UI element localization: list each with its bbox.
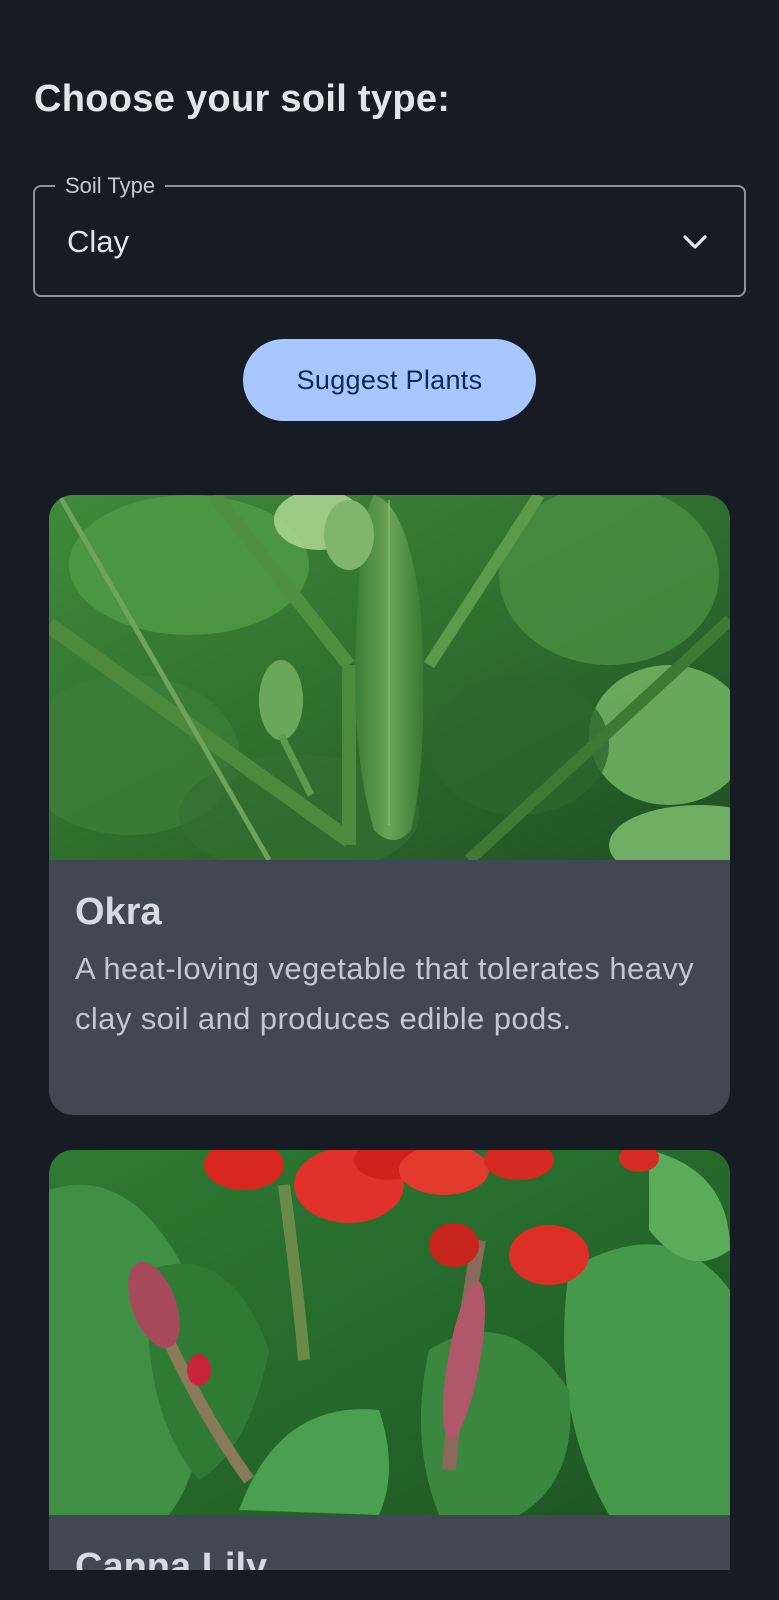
page-title: Choose your soil type: xyxy=(34,78,451,120)
okra-plant-image xyxy=(49,495,730,860)
soil-type-selected-value: Clay xyxy=(67,224,130,259)
plant-suggestion-screen: Choose your soil type: Soil Type Clay Su… xyxy=(0,0,779,1600)
chevron-down-icon xyxy=(683,235,707,249)
bottom-edge xyxy=(0,1570,779,1600)
plant-card-body: Okra A heat-loving vegetable that tolera… xyxy=(49,860,730,1044)
plant-name: Canna Lily xyxy=(75,1546,268,1570)
plant-card-okra[interactable]: Okra A heat-loving vegetable that tolera… xyxy=(49,495,730,1115)
plant-name: Okra xyxy=(75,891,162,933)
soil-type-dropdown[interactable]: Soil Type Clay xyxy=(33,173,746,297)
soil-type-label: Soil Type xyxy=(55,173,166,199)
plant-description: A heat-loving vegetable that tolerates h… xyxy=(75,951,695,1036)
suggest-plants-button[interactable]: Suggest Plants xyxy=(243,339,536,421)
canna-lily-plant-image xyxy=(49,1150,730,1515)
plant-card-canna-lily[interactable]: Canna Lily xyxy=(49,1150,730,1570)
plant-card-body: Canna Lily xyxy=(49,1515,730,1570)
